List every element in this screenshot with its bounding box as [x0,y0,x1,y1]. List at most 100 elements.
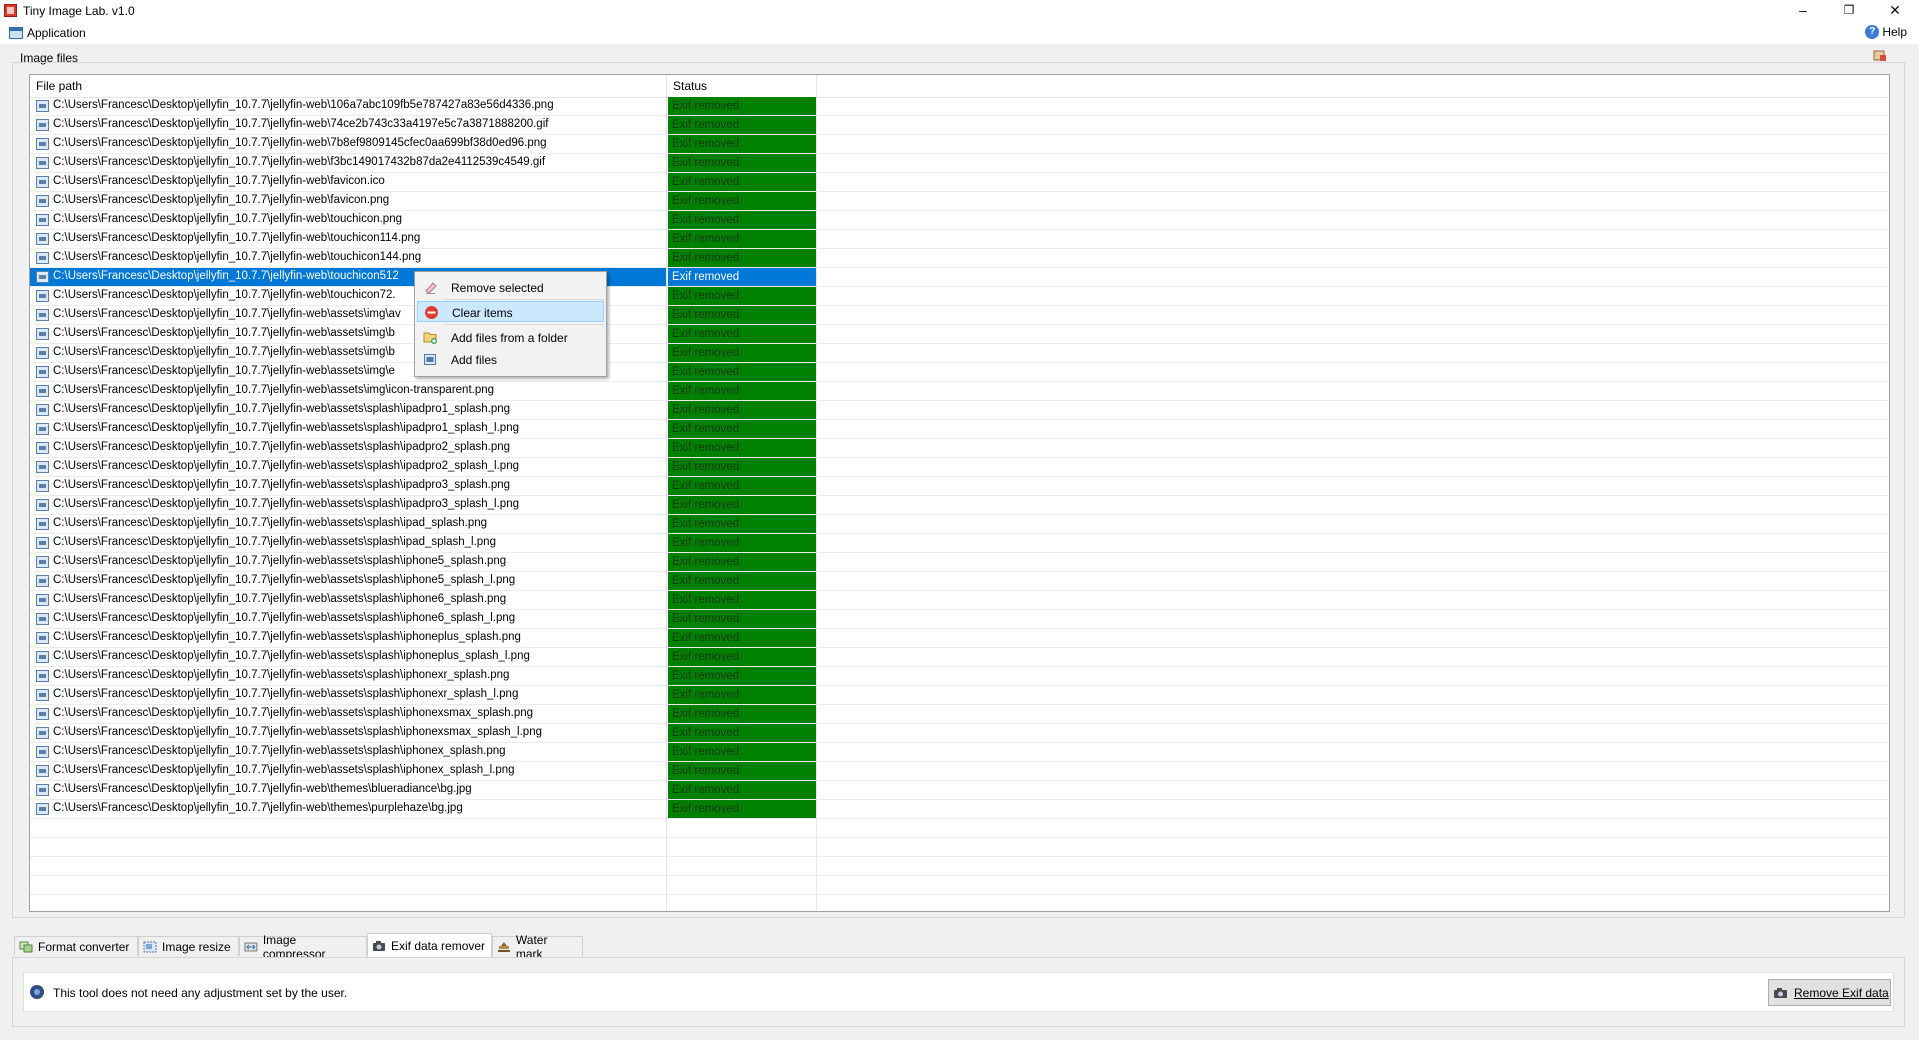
table-row[interactable]: C:\Users\Francesc\Desktop\jellyfin_10.7.… [30,762,1889,781]
image-file-icon [36,442,49,454]
table-row[interactable]: C:\Users\Francesc\Desktop\jellyfin_10.7.… [30,363,1889,382]
table-row[interactable]: C:\Users\Francesc\Desktop\jellyfin_10.7.… [30,591,1889,610]
file-path-cell: C:\Users\Francesc\Desktop\jellyfin_10.7.… [30,401,667,419]
status-cell: Exif removed [667,762,817,780]
image-file-icon [36,689,49,701]
file-path-text: C:\Users\Francesc\Desktop\jellyfin_10.7.… [53,802,463,814]
table-row[interactable]: C:\Users\Francesc\Desktop\jellyfin_10.7.… [30,306,1889,325]
table-row[interactable]: C:\Users\Francesc\Desktop\jellyfin_10.7.… [30,534,1889,553]
status-cell: Exif removed [667,648,817,666]
table-row[interactable]: C:\Users\Francesc\Desktop\jellyfin_10.7.… [30,743,1889,762]
file-path-cell: C:\Users\Francesc\Desktop\jellyfin_10.7.… [30,211,667,229]
status-badge: Exif removed [668,667,816,685]
table-row[interactable]: C:\Users\Francesc\Desktop\jellyfin_10.7.… [30,781,1889,800]
tab-image-resize[interactable]: Image resize [138,936,239,956]
empty-cell [30,895,667,911]
table-row[interactable]: C:\Users\Francesc\Desktop\jellyfin_10.7.… [30,344,1889,363]
table-row[interactable]: C:\Users\Francesc\Desktop\jellyfin_10.7.… [30,610,1889,629]
close-button[interactable]: ✕ [1872,0,1918,22]
status-cell: Exif removed [667,344,817,362]
empty-table-row [30,895,1889,911]
table-row[interactable]: C:\Users\Francesc\Desktop\jellyfin_10.7.… [30,477,1889,496]
status-badge: Exif removed [668,458,816,476]
menu-item-clear-items[interactable]: Clear items [417,301,604,322]
menu-item-add-files-from-folder[interactable]: Add files from a folder [417,327,604,348]
tab-format-converter[interactable]: Format converter [14,936,138,956]
table-row[interactable]: C:\Users\Francesc\Desktop\jellyfin_10.7.… [30,154,1889,173]
table-row[interactable]: C:\Users\Francesc\Desktop\jellyfin_10.7.… [30,705,1889,724]
minimize-button[interactable]: – [1780,0,1826,22]
image-file-icon [36,632,49,644]
maximize-button[interactable]: ❐ [1826,0,1872,22]
status-cell: Exif removed [667,97,817,115]
table-row[interactable]: C:\Users\Francesc\Desktop\jellyfin_10.7.… [30,249,1889,268]
image-file-icon [36,537,49,549]
table-row[interactable]: C:\Users\Francesc\Desktop\jellyfin_10.7.… [30,287,1889,306]
tab-exif-data-remover[interactable]: Exif data remover [367,933,492,957]
table-row[interactable]: C:\Users\Francesc\Desktop\jellyfin_10.7.… [30,724,1889,743]
column-header-status[interactable]: Status [667,75,817,97]
menu-item-add-files[interactable]: Add files [417,349,604,370]
table-row[interactable]: C:\Users\Francesc\Desktop\jellyfin_10.7.… [30,420,1889,439]
file-path-text: C:\Users\Francesc\Desktop\jellyfin_10.7.… [53,384,495,396]
remove-exif-data-button[interactable]: Remove Exif data [1768,979,1891,1006]
status-cell: Exif removed [667,705,817,723]
table-row[interactable]: C:\Users\Francesc\Desktop\jellyfin_10.7.… [30,325,1889,344]
table-row[interactable]: C:\Users\Francesc\Desktop\jellyfin_10.7.… [30,268,1889,287]
status-cell: Exif removed [667,401,817,419]
status-badge: Exif removed [668,515,816,533]
info-icon [30,985,44,999]
clear-list-icon[interactable] [1873,50,1887,62]
file-path-cell: C:\Users\Francesc\Desktop\jellyfin_10.7.… [30,572,667,590]
image-file-icon [36,328,49,340]
table-row[interactable]: C:\Users\Francesc\Desktop\jellyfin_10.7.… [30,629,1889,648]
file-path-cell: C:\Users\Francesc\Desktop\jellyfin_10.7.… [30,420,667,438]
table-row[interactable]: C:\Users\Francesc\Desktop\jellyfin_10.7.… [30,648,1889,667]
table-row[interactable]: C:\Users\Francesc\Desktop\jellyfin_10.7.… [30,496,1889,515]
file-path-text: C:\Users\Francesc\Desktop\jellyfin_10.7.… [53,213,402,225]
file-path-text: C:\Users\Francesc\Desktop\jellyfin_10.7.… [53,783,472,795]
table-row[interactable]: C:\Users\Francesc\Desktop\jellyfin_10.7.… [30,458,1889,477]
status-cell: Exif removed [667,325,817,343]
table-row[interactable]: C:\Users\Francesc\Desktop\jellyfin_10.7.… [30,173,1889,192]
column-header-file-path[interactable]: File path [30,75,667,97]
status-badge: Exif removed [668,97,816,115]
table-row[interactable]: C:\Users\Francesc\Desktop\jellyfin_10.7.… [30,572,1889,591]
status-cell: Exif removed [667,268,817,286]
status-cell: Exif removed [667,439,817,457]
tab-water-mark[interactable]: Water mark [492,933,583,961]
file-path-text: C:\Users\Francesc\Desktop\jellyfin_10.7.… [53,365,395,377]
table-row[interactable]: C:\Users\Francesc\Desktop\jellyfin_10.7.… [30,439,1889,458]
menu-application[interactable]: Application [9,25,86,41]
table-row[interactable]: C:\Users\Francesc\Desktop\jellyfin_10.7.… [30,230,1889,249]
menu-help[interactable]: ? Help [1865,25,1907,39]
table-row[interactable]: C:\Users\Francesc\Desktop\jellyfin_10.7.… [30,800,1889,819]
status-badge: Exif removed [668,591,816,609]
status-badge: Exif removed [668,572,816,590]
image-file-icon [36,366,49,378]
table-row[interactable]: C:\Users\Francesc\Desktop\jellyfin_10.7.… [30,135,1889,154]
table-row[interactable]: C:\Users\Francesc\Desktop\jellyfin_10.7.… [30,667,1889,686]
table-row[interactable]: C:\Users\Francesc\Desktop\jellyfin_10.7.… [30,515,1889,534]
image-file-icon [36,347,49,359]
table-row[interactable]: C:\Users\Francesc\Desktop\jellyfin_10.7.… [30,97,1889,116]
tab-image-compressor[interactable]: Image compressor [239,933,367,961]
table-row[interactable]: C:\Users\Francesc\Desktop\jellyfin_10.7.… [30,192,1889,211]
status-badge: Exif removed [668,534,816,552]
app-logo-icon [4,4,17,17]
status-badge: Exif removed [668,173,816,191]
status-badge: Exif removed [668,629,816,647]
image-file-icon [36,404,49,416]
file-path-text: C:\Users\Francesc\Desktop\jellyfin_10.7.… [53,175,385,187]
table-row[interactable]: C:\Users\Francesc\Desktop\jellyfin_10.7.… [30,686,1889,705]
table-row[interactable]: C:\Users\Francesc\Desktop\jellyfin_10.7.… [30,382,1889,401]
file-table[interactable]: File path Status C:\Users\Francesc\Deskt… [29,74,1890,912]
table-row[interactable]: C:\Users\Francesc\Desktop\jellyfin_10.7.… [30,553,1889,572]
table-row[interactable]: C:\Users\Francesc\Desktop\jellyfin_10.7.… [30,211,1889,230]
table-row[interactable]: C:\Users\Francesc\Desktop\jellyfin_10.7.… [30,116,1889,135]
file-path-cell: C:\Users\Francesc\Desktop\jellyfin_10.7.… [30,496,667,514]
table-row[interactable]: C:\Users\Francesc\Desktop\jellyfin_10.7.… [30,401,1889,420]
file-path-text: C:\Users\Francesc\Desktop\jellyfin_10.7.… [53,593,507,605]
menu-item-remove-selected[interactable]: Remove selected [417,277,604,298]
file-path-text: C:\Users\Francesc\Desktop\jellyfin_10.7.… [53,441,511,453]
